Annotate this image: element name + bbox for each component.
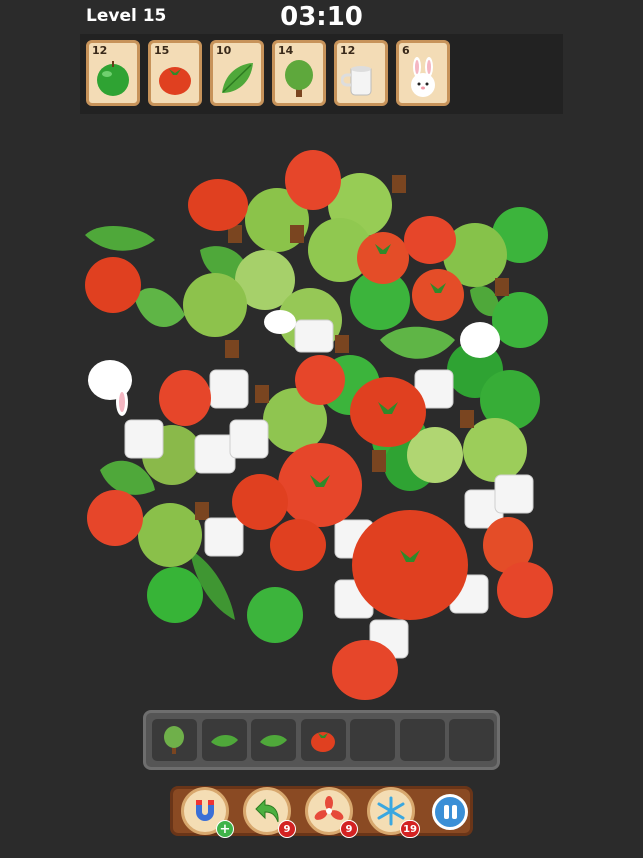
magnet-badge: + <box>216 820 234 838</box>
tomato-icon <box>311 732 335 752</box>
tray-slot <box>202 719 247 761</box>
item-pile[interactable] <box>80 140 563 700</box>
tray-slot-empty <box>449 719 494 761</box>
countdown-timer: 03:10 <box>280 2 363 32</box>
leaf-icon <box>222 63 253 93</box>
pause-icon <box>452 805 457 819</box>
collection-tray <box>143 710 500 770</box>
goal-leaf: 10 <box>210 40 264 106</box>
tomato-icon <box>159 67 191 95</box>
bunny-icon <box>411 57 435 97</box>
leaf-icon <box>260 735 287 747</box>
top-bar: Level 15 03:10 <box>0 0 643 36</box>
tray-slot <box>301 719 346 761</box>
mug-icon <box>341 66 372 96</box>
leaf-icon <box>211 735 238 747</box>
fan-icon <box>314 796 344 820</box>
magnet-button[interactable]: + <box>181 787 234 838</box>
freeze-badge: 19 <box>400 820 420 838</box>
tray-slot <box>152 719 197 761</box>
pause-icon <box>444 805 449 819</box>
tray-slot-empty <box>350 719 395 761</box>
green-apple-icon <box>97 61 129 96</box>
goal-bunny: 6 <box>396 40 450 106</box>
fan-badge: 9 <box>340 820 358 838</box>
tray-slot-empty <box>400 719 445 761</box>
pause-button[interactable] <box>432 794 468 830</box>
goal-tomato: 15 <box>148 40 202 106</box>
tray-slot <box>251 719 296 761</box>
magnet-icon <box>196 800 214 821</box>
powerup-bar: + 9 9 19 <box>170 786 473 838</box>
freeze-button[interactable]: 19 <box>367 787 420 838</box>
goal-green-apple: 12 <box>86 40 140 106</box>
freeze-icon <box>377 796 405 826</box>
undo-button[interactable]: 9 <box>243 787 296 838</box>
goal-tree: 14 <box>272 40 326 106</box>
tree-icon <box>164 726 184 754</box>
pile-items[interactable] <box>85 150 553 700</box>
fan-button[interactable]: 9 <box>305 787 358 838</box>
undo-icon <box>255 798 279 823</box>
goal-mug: 12 <box>334 40 388 106</box>
tree-icon <box>285 60 313 97</box>
goal-panel: 12 15 10 14 12 6 <box>80 34 563 114</box>
undo-badge: 9 <box>278 820 296 838</box>
